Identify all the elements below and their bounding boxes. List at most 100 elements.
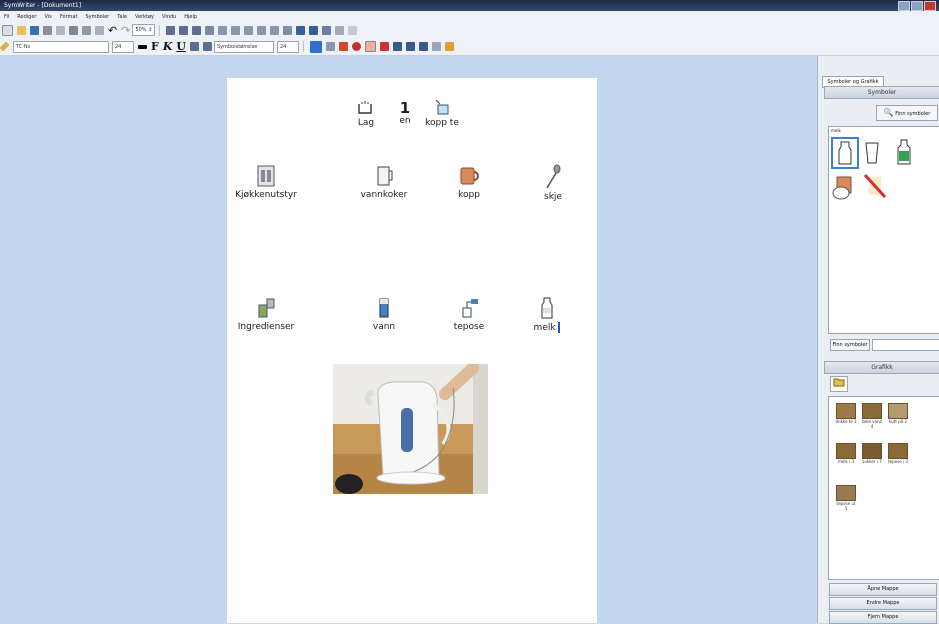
graphics-header[interactable]: Grafikk (824, 361, 939, 374)
document-page[interactable]: Lag 1 en kopp te Kjøkkenutstyr vannkoker… (227, 78, 597, 623)
cut-icon[interactable] (69, 25, 78, 35)
tools-icon[interactable] (444, 42, 454, 51)
undo-icon[interactable]: ↶ (108, 24, 117, 37)
picture-icon[interactable] (309, 40, 322, 53)
symbol-size-select[interactable]: 24 (276, 40, 299, 53)
thumb-image (862, 403, 882, 419)
user-icon[interactable] (348, 25, 358, 35)
symbol-option-2[interactable] (861, 139, 883, 167)
font-select[interactable]: TC Ns (13, 40, 109, 53)
graphic-thumb[interactable]: koke vann 4 (861, 403, 883, 429)
graphic-thumb[interactable]: kutt på 2 (887, 403, 909, 424)
symbol-option-4[interactable] (831, 171, 857, 201)
change-folder-button[interactable]: Endre Mappe (829, 597, 937, 610)
new-document-icon[interactable] (2, 24, 13, 36)
pencil-icon[interactable] (0, 41, 10, 52)
align-right-icon[interactable] (192, 25, 202, 35)
numbering-icon[interactable] (231, 25, 241, 35)
graphic-thumb[interactable]: drikke te 1 (835, 403, 857, 424)
number-one[interactable]: 1 en (395, 100, 415, 126)
copy-icon[interactable] (82, 25, 91, 35)
menu-view[interactable]: Vis (41, 14, 56, 20)
table-icon[interactable] (283, 25, 293, 35)
underline-button[interactable]: U (176, 40, 186, 53)
symbol-option-1[interactable] (831, 137, 859, 169)
indent-icon[interactable] (270, 25, 280, 35)
window-icon[interactable] (392, 42, 402, 51)
bold-button[interactable]: F (151, 40, 159, 53)
highlight-icon[interactable] (364, 41, 376, 52)
cross-icon[interactable] (379, 42, 389, 51)
menu-symbols[interactable]: Symboler (81, 14, 113, 20)
menu-tools[interactable]: Verktøy (131, 14, 158, 20)
search-icon: 🔍 (883, 108, 894, 117)
symbolise-icon[interactable] (325, 42, 335, 51)
symbol-kopp-te[interactable]: kopp te (422, 98, 462, 128)
outdent-icon[interactable] (257, 25, 267, 35)
minimize-button[interactable] (898, 1, 910, 11)
print-icon[interactable] (43, 25, 52, 35)
abc-icon[interactable] (431, 42, 441, 51)
symbol-kjokkenutstyr[interactable]: Kjøkkenutstyr (227, 164, 305, 200)
folder-up-button[interactable] (830, 376, 848, 392)
preview-icon[interactable] (56, 25, 65, 35)
list-icon[interactable] (244, 25, 254, 35)
save-icon[interactable] (30, 25, 39, 35)
symbol-kopp[interactable]: kopp (447, 164, 491, 200)
symbol-option-5[interactable] (863, 171, 887, 201)
flag-icon[interactable] (338, 42, 348, 51)
grid-icon[interactable] (296, 25, 306, 35)
menu-file[interactable]: Fil (0, 14, 13, 20)
graphic-thumb[interactable]: tepose ut 5 (835, 485, 857, 511)
symbol-vannkoker[interactable]: vannkoker (349, 164, 419, 200)
symbol-option-3[interactable] (893, 137, 915, 167)
symbol-skje[interactable]: skje (533, 164, 573, 202)
maximize-button[interactable] (911, 1, 923, 11)
menu-speech[interactable]: Tale (113, 14, 131, 20)
find-symbols-button[interactable]: 🔍 Finn symboler (876, 105, 938, 121)
graphic-thumb[interactable]: melk i 3 (835, 443, 857, 464)
open-folder-icon[interactable] (17, 25, 26, 35)
symbol-ingredienser[interactable]: Ingredienser (227, 296, 305, 332)
menu-format[interactable]: Format (56, 14, 82, 20)
symbols-search-field[interactable] (872, 339, 939, 351)
zoom-select[interactable]: 50% ↕ (132, 24, 156, 36)
hand-cup-icon (832, 176, 852, 200)
open-folder-button[interactable]: Åpne Mappe (829, 583, 937, 596)
graphic-thumb[interactable]: sukker i 7 (861, 443, 883, 464)
graphic-thumb[interactable]: tepose i 3 (887, 443, 909, 464)
symbol-text-icon[interactable] (189, 42, 199, 51)
symbol-tepose[interactable]: tepose (441, 296, 497, 332)
bullets-icon[interactable] (218, 25, 228, 35)
settings-icon[interactable] (335, 25, 345, 35)
frame3-icon[interactable] (418, 42, 428, 51)
justify-icon[interactable] (205, 25, 215, 35)
symbol-size-label[interactable]: Symbolstørrelse (213, 40, 274, 53)
kettle-photo-image (333, 364, 488, 494)
font-size-select[interactable]: 24 (112, 40, 134, 53)
symbols-header[interactable]: Symboler (824, 86, 939, 99)
text-cursor (558, 322, 561, 333)
frame2-icon[interactable] (405, 42, 415, 51)
align-left-icon[interactable] (166, 25, 176, 35)
symbol-layout-icon[interactable] (202, 42, 212, 51)
remove-folder-button[interactable]: Fjern Mappe (829, 611, 937, 624)
find-symbols-small-button[interactable]: Finn symboler (830, 339, 870, 351)
stop-icon[interactable] (351, 42, 361, 51)
menu-window[interactable]: Vindu (158, 14, 180, 20)
paste-icon[interactable] (95, 25, 104, 35)
symbol-melk[interactable]: melk (527, 296, 567, 333)
italic-button[interactable]: K (163, 40, 173, 53)
redo-icon[interactable]: ↷ (121, 24, 130, 37)
color-icon[interactable] (138, 44, 147, 49)
symbol-label: tepose (453, 322, 485, 332)
close-button[interactable] (924, 1, 936, 11)
symbol-lag[interactable]: Lag (355, 100, 377, 128)
symbol-label: kopp (458, 190, 480, 200)
speaker-icon[interactable] (322, 25, 332, 35)
align-center-icon[interactable] (179, 25, 189, 35)
symbol-vann[interactable]: vann (349, 296, 419, 332)
frame-icon[interactable] (309, 25, 319, 35)
menu-edit[interactable]: Rediger (13, 14, 40, 20)
menu-help[interactable]: Hjelp (180, 14, 201, 20)
